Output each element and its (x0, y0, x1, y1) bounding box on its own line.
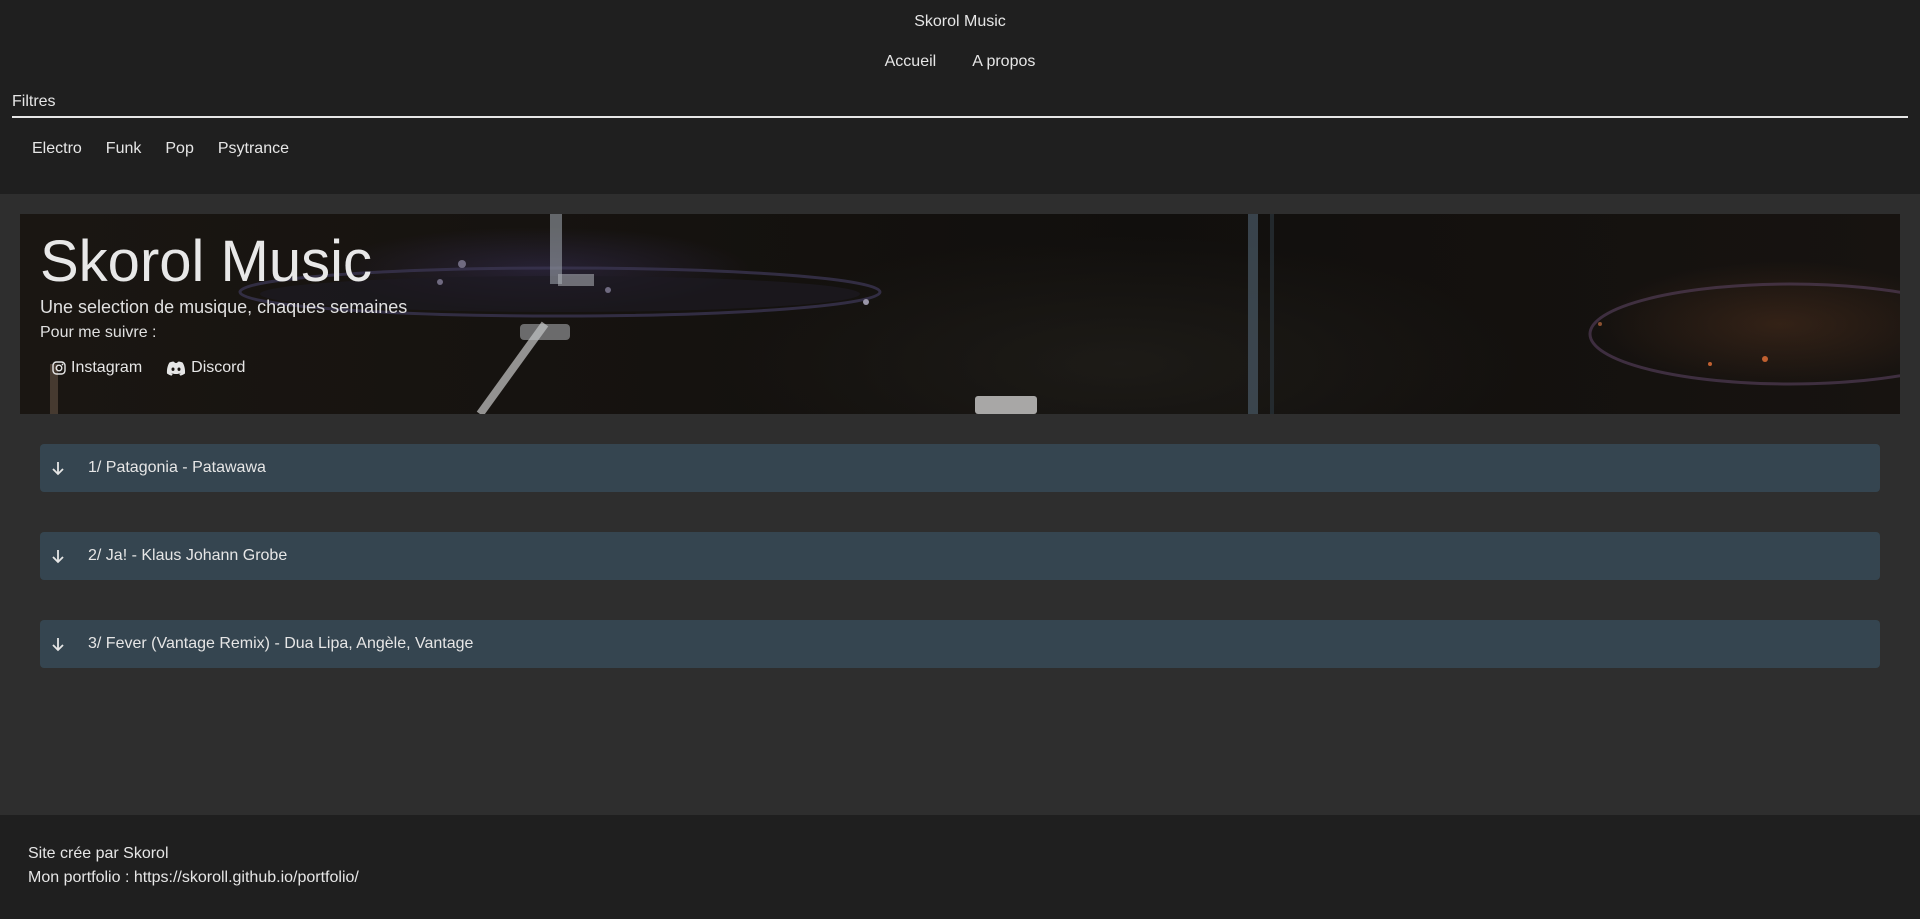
footer-credit: Site crée par Skorol (28, 845, 169, 862)
discord-link[interactable]: Discord (166, 359, 245, 377)
discord-icon (166, 361, 186, 376)
arrow-down-icon (50, 548, 66, 564)
site-footer: Site crée par Skorol Mon portfolio : htt… (0, 815, 1920, 919)
social-links: Instagram Discord (52, 359, 245, 377)
instagram-label: Instagram (71, 359, 143, 376)
hero-title: Skorol Music (40, 229, 372, 294)
track-item-2[interactable]: 2/ Ja! - Klaus Johann Grobe (40, 532, 1880, 580)
filter-electro[interactable]: Electro (32, 140, 82, 158)
filter-list: Electro Funk Pop Psytrance (32, 140, 289, 158)
track-title: 3/ Fever (Vantage Remix) - Dua Lipa, Ang… (88, 635, 474, 652)
filter-funk[interactable]: Funk (106, 140, 142, 158)
track-title: 2/ Ja! - Klaus Johann Grobe (88, 547, 288, 564)
filter-psytrance[interactable]: Psytrance (218, 140, 289, 158)
discord-label: Discord (191, 359, 246, 376)
follow-label: Pour me suivre : (40, 324, 157, 341)
footer-portfolio-link[interactable]: Mon portfolio : https://skoroll.github.i… (28, 869, 359, 887)
arrow-down-icon (50, 460, 66, 476)
track-item-1[interactable]: 1/ Patagonia - Patawawa (40, 444, 1880, 492)
hero-banner: Skorol Music Une selection de musique, c… (20, 214, 1900, 414)
nav-link-accueil[interactable]: Accueil (885, 53, 937, 71)
site-title[interactable]: Skorol Music (0, 13, 1920, 31)
filter-pop[interactable]: Pop (165, 140, 193, 158)
filters-divider (12, 116, 1908, 118)
arrow-down-icon (50, 636, 66, 652)
top-navbar: Skorol Music Accueil A propos Filtres El… (0, 0, 1920, 194)
hero-subtitle: Une selection de musique, chaques semain… (40, 297, 408, 317)
instagram-link[interactable]: Instagram (52, 359, 142, 377)
main-nav: Accueil A propos (0, 53, 1920, 71)
track-item-3[interactable]: 3/ Fever (Vantage Remix) - Dua Lipa, Ang… (40, 620, 1880, 668)
track-title: 1/ Patagonia - Patawawa (88, 459, 266, 476)
filters-label: Filtres (12, 93, 56, 110)
nav-link-a-propos[interactable]: A propos (972, 53, 1035, 71)
instagram-icon (52, 361, 66, 375)
